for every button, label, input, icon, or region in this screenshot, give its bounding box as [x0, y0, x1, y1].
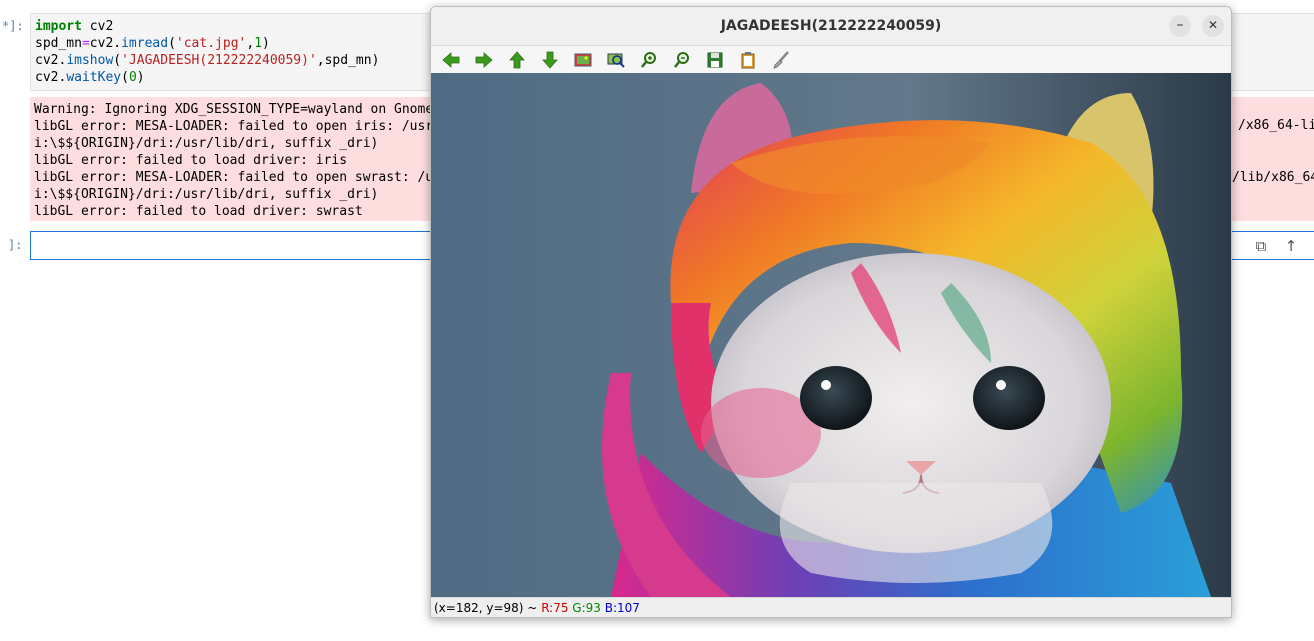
arrow-down-icon[interactable] — [540, 50, 560, 70]
close-button[interactable]: ✕ — [1202, 15, 1224, 37]
cat-image-canvas — [431, 73, 1231, 597]
stderr-line: Warning: Ignoring XDG_SESSION_TYPE=wayla… — [34, 102, 434, 117]
stderr-line: i:\$${ORIGIN}/dri:/usr/lib/dri, suffix _… — [34, 187, 379, 202]
code-editor[interactable]: import cv2 spd_mn=cv2.imread('cat.jpg',1… — [35, 18, 379, 86]
code-line-3: cv2.imshow('JAGADEESH(212222240059)',spd… — [35, 53, 380, 68]
opencv-image-window[interactable]: JAGADEESH(212222240059) – ✕ (x=182, y=98… — [430, 6, 1232, 618]
arrow-left-icon[interactable] — [441, 50, 461, 70]
stderr-line: libGL error: failed to load driver: swra… — [34, 204, 363, 219]
stderr-line: libGL error: MESA-LOADER: failed to open… — [34, 170, 434, 185]
minimize-button[interactable]: – — [1169, 15, 1191, 37]
zoom-fit-icon[interactable] — [606, 50, 626, 70]
cell-prompt-running: *]: — [2, 19, 24, 33]
zoom-out-icon[interactable] — [672, 50, 692, 70]
window-title: JAGADEESH(212222240059) — [720, 18, 942, 34]
duplicate-cell-icon[interactable]: ⧉ — [1252, 237, 1270, 255]
cell-prompt-empty: ]: — [8, 238, 23, 252]
displayed-image-cat[interactable] — [431, 73, 1231, 597]
image-icon[interactable] — [573, 50, 593, 70]
pixel-green-value: G:93 — [572, 601, 601, 615]
save-icon[interactable] — [705, 50, 725, 70]
window-titlebar[interactable]: JAGADEESH(212222240059) – ✕ — [431, 7, 1231, 46]
arrow-right-icon[interactable] — [474, 50, 494, 70]
clipboard-icon[interactable] — [738, 50, 758, 70]
pixel-red-value: R:75 — [541, 601, 569, 615]
move-up-icon[interactable]: ↑ — [1282, 237, 1300, 255]
code-line-1: import cv2 — [35, 19, 114, 34]
stderr-overflow-text: /x86_64-lin — [1238, 118, 1314, 133]
arrow-up-icon[interactable] — [507, 50, 527, 70]
pixel-coords: (x=182, y=98) ~ — [434, 601, 538, 615]
stderr-line: libGL error: MESA-LOADER: failed to open… — [34, 119, 434, 134]
stderr-overflow-text: /lib/x86_64 — [1232, 170, 1314, 185]
status-bar: (x=182, y=98) ~ R:75 G:93 B:107 — [431, 597, 1231, 617]
window-toolbar — [431, 46, 1231, 74]
zoom-in-icon[interactable] — [639, 50, 659, 70]
code-line-4: cv2.waitKey(0) — [35, 70, 145, 85]
code-line-2: spd_mn=cv2.imread('cat.jpg',1) — [35, 36, 270, 51]
properties-brush-icon[interactable] — [771, 50, 791, 70]
stderr-line: i:\$${ORIGIN}/dri:/usr/lib/dri, suffix _… — [34, 136, 379, 151]
pixel-blue-value: B:107 — [604, 601, 640, 615]
stderr-line: libGL error: failed to load driver: iris — [34, 153, 348, 168]
